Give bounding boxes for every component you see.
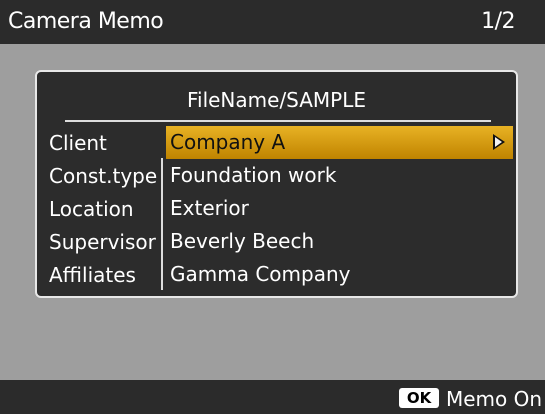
memo-row-client[interactable]: Client Company A [37, 126, 516, 159]
row-value-text: Foundation work [170, 163, 337, 187]
memo-panel: FileName/SAMPLE Client Company A Const.t… [35, 70, 518, 298]
row-label: Supervisor [49, 230, 156, 254]
memo-row-supervisor[interactable]: Supervisor Beverly Beech [37, 225, 516, 258]
row-value[interactable]: Gamma Company [166, 258, 513, 291]
column-divider [161, 158, 163, 290]
header-divider [65, 120, 491, 122]
row-value[interactable]: Exterior [166, 192, 513, 225]
bottom-bar: OK Memo On [0, 380, 545, 414]
row-value[interactable]: Company A [166, 126, 513, 159]
memo-row-const-type[interactable]: Const.type Foundation work [37, 159, 516, 192]
row-value[interactable]: Beverly Beech [166, 225, 513, 258]
camera-screen: Camera Memo 1/2 FileName/SAMPLE Client C… [0, 0, 545, 414]
ok-button-icon[interactable]: OK [399, 388, 439, 408]
row-value-text: Exterior [170, 196, 249, 220]
row-value-text: Beverly Beech [170, 229, 315, 253]
row-label: Affiliates [49, 263, 136, 287]
row-value-text: Gamma Company [170, 262, 351, 286]
triangle-right-icon[interactable] [493, 134, 505, 150]
memo-row-location[interactable]: Location Exterior [37, 192, 516, 225]
file-name-heading: FileName/SAMPLE [186, 88, 367, 112]
row-label: Const.type [49, 164, 158, 188]
memo-row-list: Client Company A Const.type Foundation w… [37, 126, 516, 291]
row-label: Location [49, 197, 134, 221]
memo-on-label: Memo On [446, 387, 543, 411]
memo-row-affiliates[interactable]: Affiliates Gamma Company [37, 258, 516, 291]
page-indicator: 1/2 [481, 9, 515, 34]
screen-title: Camera Memo [8, 9, 164, 34]
title-bar: Camera Memo 1/2 [0, 0, 545, 44]
row-value[interactable]: Foundation work [166, 159, 513, 192]
row-value-text: Company A [170, 130, 286, 154]
row-label: Client [49, 131, 107, 155]
